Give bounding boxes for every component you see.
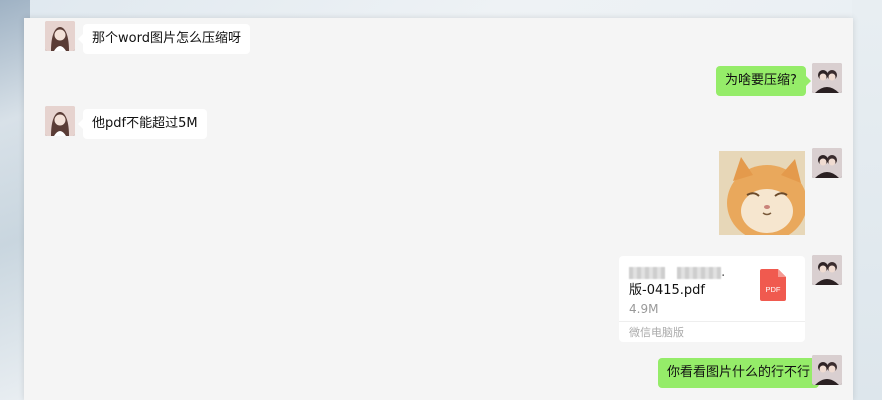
svg-text:PDF: PDF [766,285,781,294]
message-text: 那个word图片怎么压缩呀 [92,31,241,46]
received-message-bubble[interactable]: 他pdf不能超过5M [78,109,207,139]
contact-avatar[interactable] [45,106,75,136]
my-avatar[interactable] [812,63,842,93]
avatar-image-icon [812,255,842,285]
avatar-image-icon [812,63,842,93]
my-avatar[interactable] [812,355,842,385]
pdf-file-icon: PDF [760,269,786,301]
chat-message-area[interactable]: 那个word图片怎么压缩呀 为啥要压缩? 他pdf不能超过5M . 版-0415… [24,18,853,400]
avatar-image-icon [45,106,75,136]
message-text: 为啥要压缩? [725,73,797,88]
redacted-text [677,266,722,279]
avatar-image-icon [812,148,842,178]
contact-avatar[interactable] [45,21,75,51]
file-source-label: 微信电脑版 [619,321,805,342]
file-message-card[interactable]: . 版-0415.pdf 4.9M PDF 微信电脑版 [619,256,805,342]
redacted-text [629,266,665,279]
cat-sticker-icon [719,151,805,235]
desktop-wallpaper-right [852,0,882,400]
file-size: 4.9M [629,302,659,316]
message-text: 你看看图片什么的行不行 [667,365,811,380]
image-message[interactable] [719,151,805,235]
sent-message-bubble[interactable]: 为啥要压缩? [716,66,811,96]
avatar-image-icon [45,21,75,51]
avatar-image-icon [812,355,842,385]
message-text: 他pdf不能超过5M [92,116,198,131]
received-message-bubble[interactable]: 那个word图片怎么压缩呀 [78,24,250,54]
my-avatar[interactable] [812,148,842,178]
file-name: . 版-0415.pdf [629,265,726,298]
file-name-text: 版-0415.pdf [629,283,705,298]
my-avatar[interactable] [812,255,842,285]
sent-message-bubble[interactable]: 你看看图片什么的行不行 [658,358,825,388]
